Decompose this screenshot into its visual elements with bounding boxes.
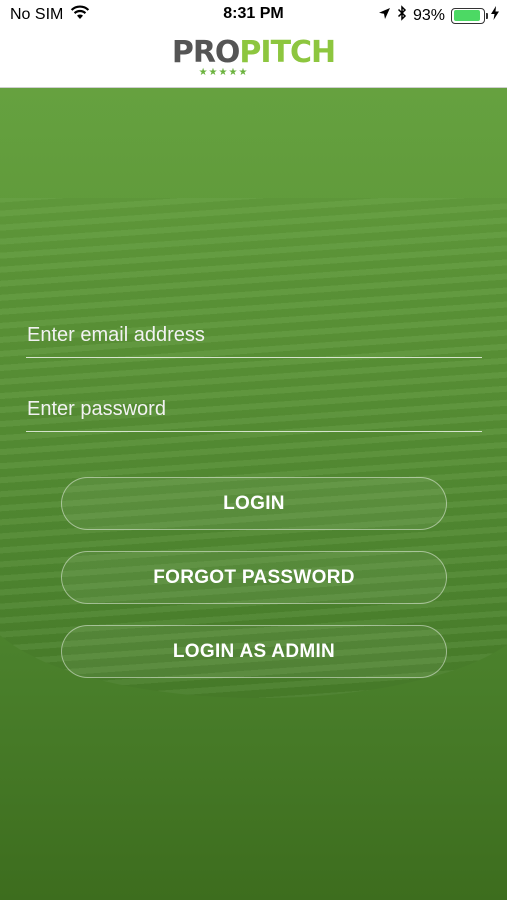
battery-percent: 93% xyxy=(412,6,445,24)
bluetooth-icon xyxy=(397,5,407,26)
location-arrow-icon xyxy=(378,7,391,25)
status-bar: No SIM 8:31 PM 93% xyxy=(0,0,507,30)
email-field-wrapper xyxy=(26,314,482,358)
background-haze xyxy=(0,88,507,288)
logo-pitch: PITCH xyxy=(239,35,336,70)
status-right: 93% xyxy=(378,5,499,26)
propitch-logo: PROPITCH ★★★★★ xyxy=(0,36,507,79)
app-header: PROPITCH ★★★★★ xyxy=(0,30,507,88)
forgot-password-button[interactable]: FORGOT PASSWORD xyxy=(61,551,447,604)
email-field[interactable] xyxy=(26,314,482,357)
login-button[interactable]: LOGIN xyxy=(61,477,447,530)
battery-level xyxy=(453,10,481,21)
password-field[interactable] xyxy=(26,388,482,431)
battery-icon xyxy=(451,7,488,24)
logo-pro: PRO xyxy=(171,35,241,70)
charging-bolt-icon xyxy=(491,6,499,25)
logo-wordmark: PROPITCH xyxy=(0,36,507,70)
login-as-admin-button[interactable]: LOGIN AS ADMIN xyxy=(61,625,447,678)
password-field-wrapper xyxy=(26,388,482,432)
login-screen: LOGIN FORGOT PASSWORD LOGIN AS ADMIN xyxy=(0,88,507,900)
